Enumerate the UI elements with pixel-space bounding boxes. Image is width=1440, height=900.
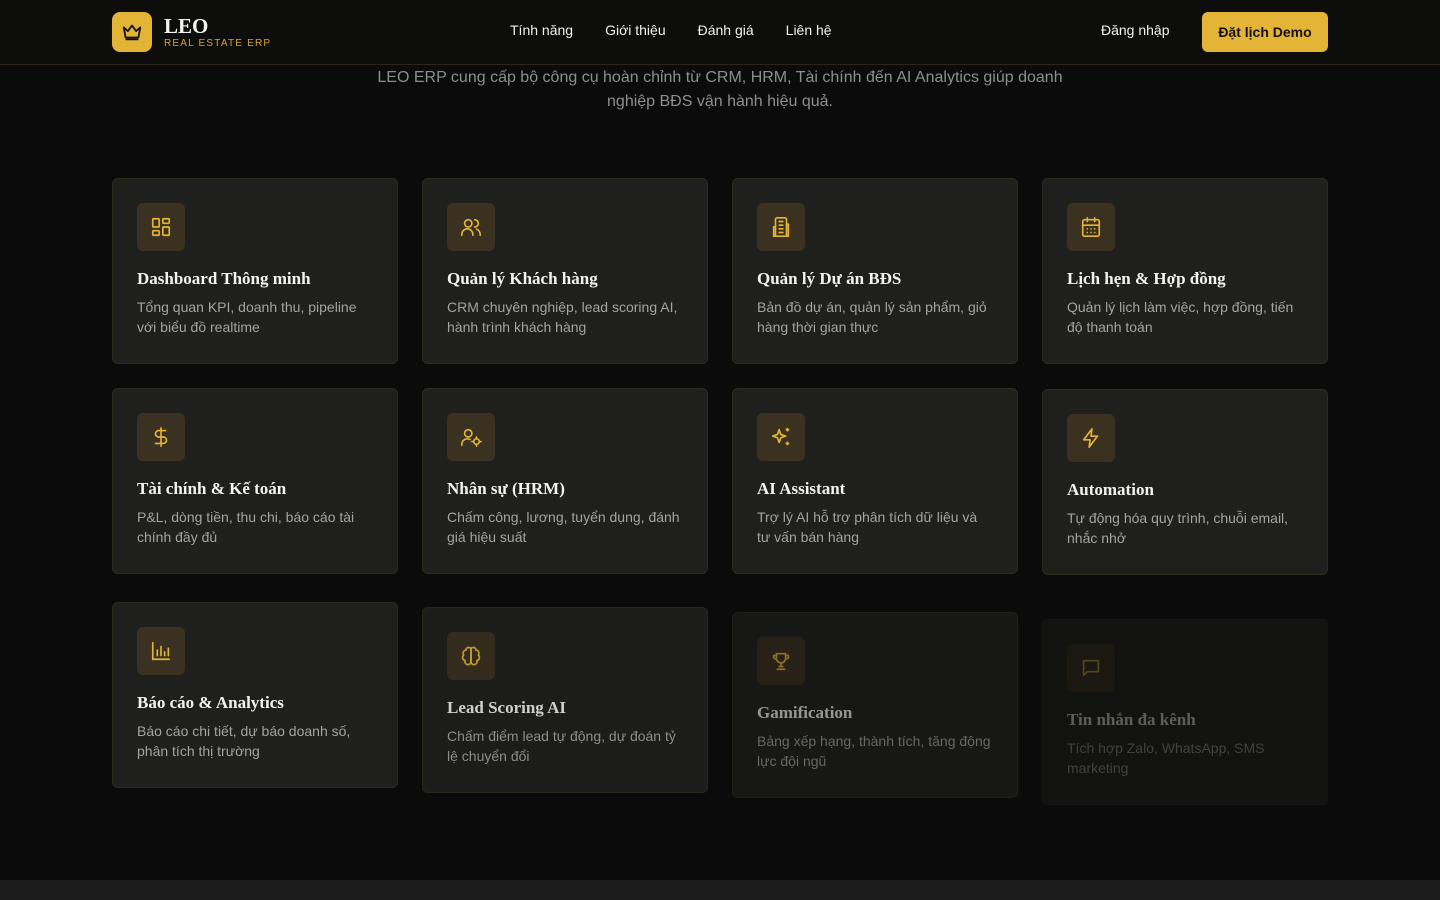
dollar-icon — [137, 413, 185, 461]
layout-grid-icon — [137, 203, 185, 251]
feature-desc: Chấm công, lương, tuyển dụng, đánh giá h… — [447, 509, 680, 545]
feature-title: Tin nhắn đa kênh — [1067, 710, 1196, 729]
user-cog-icon — [447, 413, 495, 461]
feature-card[interactable]: Quản lý Dự án BĐS Bản đồ dự án, quản lý … — [732, 178, 1018, 364]
feature-desc: Trợ lý AI hỗ trợ phân tích dữ liệu và tư… — [757, 509, 978, 545]
bar-chart-icon — [137, 627, 185, 675]
feature-title: Gamification — [757, 703, 853, 722]
feature-desc: Bản đồ dự án, quản lý sản phẩm, giỏ hàng… — [757, 299, 987, 335]
users-icon — [447, 203, 495, 251]
feature-title: Báo cáo & Analytics — [137, 693, 284, 712]
feature-title: Nhân sự (HRM) — [447, 479, 565, 498]
feature-desc: Chấm điểm lead tự động, dự đoán tỷ lệ ch… — [447, 728, 676, 764]
features-grid: Dashboard Thông minh Tổng quan KPI, doan… — [0, 0, 1440, 880]
feature-desc: Bảng xếp hạng, thành tích, tăng động lực… — [757, 733, 991, 769]
feature-card[interactable]: Tài chính & Kế toán P&L, dòng tiền, thu … — [112, 388, 398, 574]
feature-desc: Quản lý lịch làm việc, hợp đồng, tiến độ… — [1067, 299, 1294, 335]
feature-card[interactable]: Lead Scoring AI Chấm điểm lead tự động, … — [422, 607, 708, 793]
message-icon — [1067, 644, 1115, 692]
feature-card[interactable]: AI Assistant Trợ lý AI hỗ trợ phân tích … — [732, 388, 1018, 574]
feature-title: Lịch hẹn & Hợp đồng — [1067, 269, 1226, 288]
footer-strip — [0, 880, 1440, 900]
feature-card[interactable]: Nhân sự (HRM) Chấm công, lương, tuyển dụ… — [422, 388, 708, 574]
feature-card[interactable]: Quản lý Khách hàng CRM chuyên nghiệp, le… — [422, 178, 708, 364]
feature-title: Quản lý Dự án BĐS — [757, 269, 902, 288]
lightning-icon — [1067, 414, 1115, 462]
brain-icon — [447, 632, 495, 680]
feature-card[interactable]: Lịch hẹn & Hợp đồng Quản lý lịch làm việ… — [1042, 178, 1328, 364]
feature-desc: Tự động hóa quy trình, chuỗi email, nhắc… — [1067, 510, 1289, 546]
feature-desc: Tổng quan KPI, doanh thu, pipeline với b… — [137, 299, 357, 335]
feature-title: Automation — [1067, 480, 1154, 499]
feature-desc: Báo cáo chi tiết, dự báo doanh số, phân … — [137, 723, 351, 759]
feature-card[interactable]: Automation Tự động hóa quy trình, chuỗi … — [1042, 389, 1328, 575]
feature-title: Dashboard Thông minh — [137, 269, 311, 288]
feature-title: Lead Scoring AI — [447, 698, 567, 717]
feature-title: Tài chính & Kế toán — [137, 479, 287, 498]
sparkles-icon — [757, 413, 805, 461]
feature-desc: CRM chuyên nghiệp, lead scoring AI, hành… — [447, 299, 678, 335]
feature-title: Quản lý Khách hàng — [447, 269, 598, 288]
feature-title: AI Assistant — [757, 479, 846, 498]
trophy-icon — [757, 637, 805, 685]
feature-card[interactable]: Dashboard Thông minh Tổng quan KPI, doan… — [112, 178, 398, 364]
feature-desc: Tích hợp Zalo, WhatsApp, SMS marketing — [1067, 740, 1265, 776]
feature-card[interactable]: Gamification Bảng xếp hạng, thành tích, … — [732, 612, 1018, 798]
feature-desc: P&L, dòng tiền, thu chi, báo cáo tài chí… — [137, 509, 355, 545]
feature-card[interactable]: Tin nhắn đa kênh Tích hợp Zalo, WhatsApp… — [1042, 619, 1328, 805]
building-icon — [757, 203, 805, 251]
calendar-icon — [1067, 203, 1115, 251]
feature-card[interactable]: Báo cáo & Analytics Báo cáo chi tiết, dự… — [112, 602, 398, 788]
